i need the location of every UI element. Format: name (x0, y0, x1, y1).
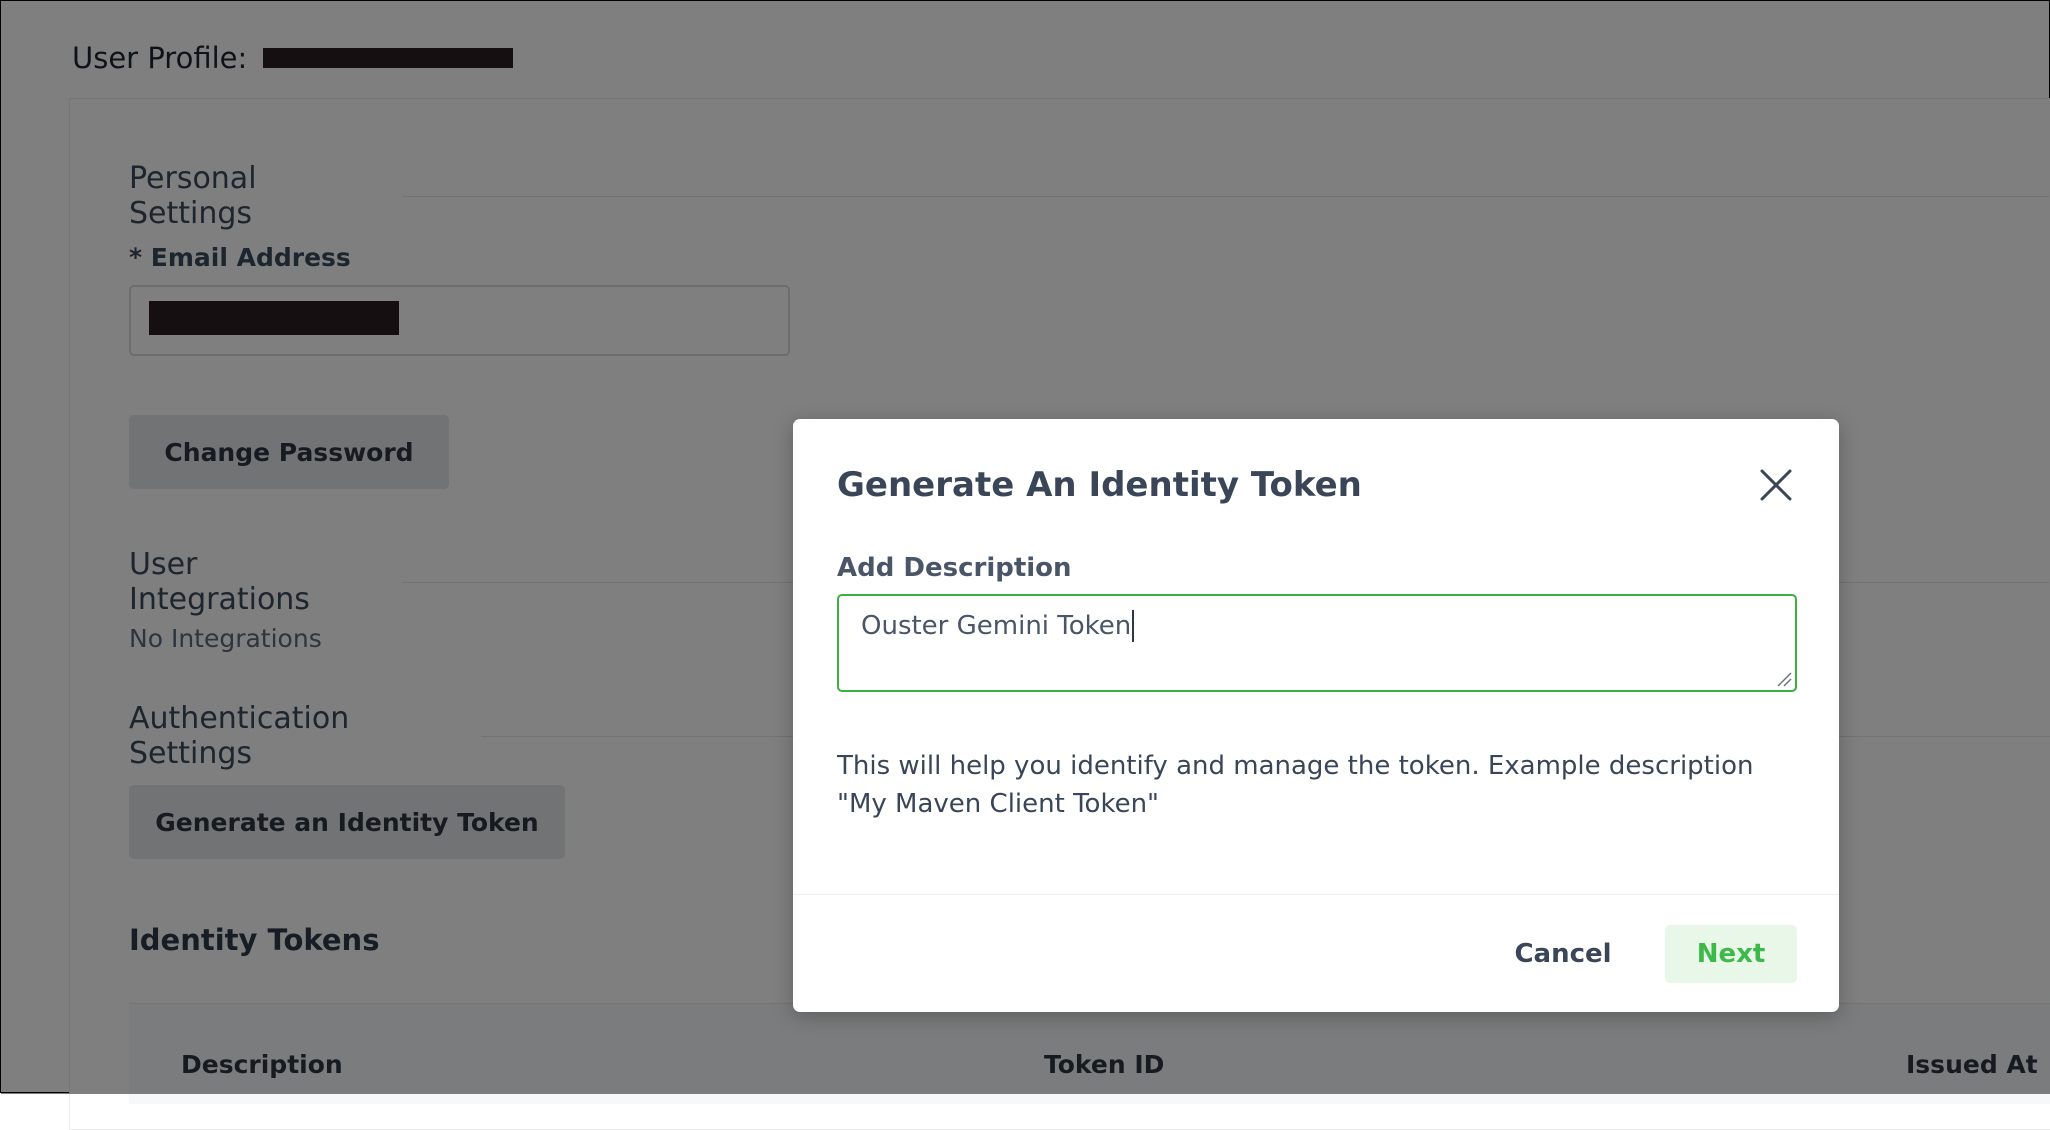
help-text: This will help you identify and manage t… (837, 751, 1754, 819)
dialog-footer-divider (793, 894, 1839, 895)
close-icon (1760, 469, 1792, 501)
user-profile-page: User Profile: Personal Settings * Email … (0, 0, 2050, 1130)
cancel-button[interactable]: Cancel (1505, 925, 1621, 983)
generate-token-dialog: Generate An Identity Token Add Descripti… (793, 419, 1839, 1012)
resize-handle-icon[interactable] (1776, 671, 1792, 687)
dialog-title: Generate An Identity Token (837, 465, 1362, 505)
next-button[interactable]: Next (1665, 925, 1797, 983)
description-label: Add Description (837, 553, 1072, 583)
close-button[interactable] (1758, 467, 1794, 503)
description-value: Ouster Gemini Token (861, 611, 1132, 641)
text-caret (1132, 610, 1135, 642)
description-textarea[interactable]: Ouster Gemini Token (837, 594, 1797, 692)
description-value-wrap: Ouster Gemini Token (861, 610, 1135, 642)
